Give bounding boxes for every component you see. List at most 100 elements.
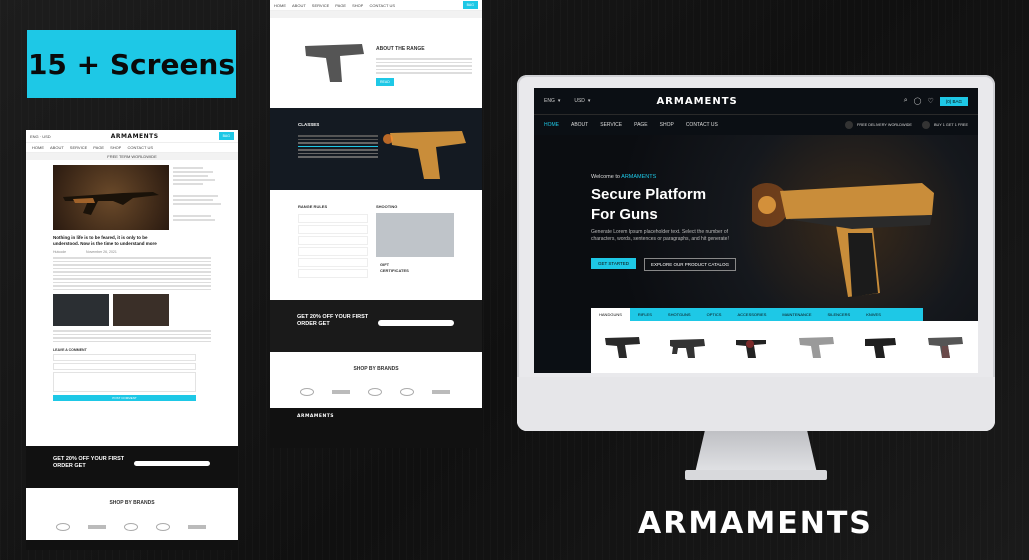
mock-comment-form: POST COMMENT [53, 354, 196, 401]
tab-accessories[interactable]: ACCESSORIES [729, 308, 774, 321]
product-silver-pistol-icon[interactable] [797, 334, 837, 360]
mock-author: Hutcode [53, 250, 67, 254]
mock2-newsletter: GET 20% OFF YOUR FIRST ORDER GET [270, 300, 482, 352]
mock-newsletter-input [134, 461, 210, 466]
search-icon[interactable]: ⌕ [904, 97, 908, 105]
range-page-mockup: HOME ABOUT SERVICE PAGE SHOP CONTACT US … [270, 0, 482, 448]
tab-optics[interactable]: OPTICS [699, 308, 730, 321]
mock-nav-item: PAGE [93, 145, 105, 150]
mock2-footer: ARMAMENTS [270, 408, 482, 448]
mock-nav-item: CONTACT US [127, 145, 154, 150]
mock-brand-logos [56, 523, 206, 531]
get-started-button[interactable]: GET STARTED [591, 258, 637, 269]
mock-newsletter: GET 20% OFF YOUR FIRST ORDER GET [26, 446, 238, 488]
hero-pistol-icon [752, 183, 934, 297]
nav-home[interactable]: HOME [544, 122, 559, 128]
mock-lang: ENG · USD [30, 133, 51, 139]
mock-header: ENG · USD ARMAMENTS BAG [26, 130, 238, 143]
mock-post-image [53, 165, 169, 230]
mock-newsletter-title: GET 20% OFF YOUR FIRST ORDER GET [53, 456, 125, 469]
mock2-brands-title: SHOP BY BRANDS [353, 366, 399, 372]
tab-rifles[interactable]: RIFLES [630, 308, 660, 321]
mock2-nav-item: CONTACT US [369, 2, 396, 8]
mock-post-body [53, 257, 211, 290]
mock-gallery [53, 294, 211, 326]
nav-page[interactable]: PAGE [634, 122, 648, 128]
product-strip [591, 321, 978, 373]
mock2-pistol-image [300, 38, 370, 86]
pistol-icon [305, 44, 364, 82]
tab-silencers[interactable]: SILENCERS [820, 308, 859, 321]
screens-badge: 15 + Screens [27, 30, 236, 98]
currency-select[interactable]: USD [574, 98, 585, 104]
mock2-range-rules: RANGE RULES [298, 204, 328, 209]
mock2-nav-item: PAGE [335, 2, 347, 8]
monitor-stand [695, 431, 817, 473]
product-compact-pistol-icon[interactable] [861, 334, 901, 360]
category-tabs: HANDGUNS RIFLES SHOTGUNS OPTICS ACCESSOR… [591, 308, 923, 321]
mock-logo: ARMAMENTS [110, 132, 159, 140]
product-two-tone-pistol-icon[interactable] [926, 334, 966, 360]
mock-nav-item: HOME [32, 145, 44, 150]
site-topbar: ENG ▾ USD ▾ ARMAMENTS ⌕ ◯ ♡ (0) BAG [534, 88, 978, 115]
mock2-classes: CLASSES [270, 108, 482, 190]
tab-maintenance[interactable]: MAINTENANCE [774, 308, 819, 321]
mock-gallery-image [53, 294, 109, 326]
mock2-nav-item: SHOP [352, 2, 364, 8]
mock2-nav: HOME ABOUT SERVICE PAGE SHOP CONTACT US … [270, 0, 482, 11]
product-handgun-icon[interactable] [603, 334, 643, 360]
mock-footer [26, 540, 238, 550]
mock-post-meta: Hutcode November 26, 2021 [53, 250, 211, 254]
site-logo[interactable]: ARMAMENTS [656, 96, 737, 107]
site-nav: HOME ABOUT SERVICE PAGE SHOP CONTACT US … [534, 115, 978, 136]
chevron-down-icon: ▾ [557, 98, 561, 104]
user-icon[interactable]: ◯ [914, 97, 922, 105]
mock-nav: HOME ABOUT SERVICE PAGE SHOP CONTACT US [26, 143, 238, 153]
blog-page-mockup: ENG · USD ARMAMENTS BAG HOME ABOUT SERVI… [26, 130, 238, 550]
product-revolver-icon[interactable] [732, 334, 772, 360]
tab-knives[interactable]: KNIVES [858, 308, 889, 321]
hero-headline-2: For Guns [591, 206, 658, 223]
hero-section: Welcome to ARMAMENTS Secure Platform For… [534, 135, 978, 330]
brand-wordmark: ARMAMENTS [638, 506, 873, 541]
mock2-newsletter-title: GET 20% OFF YOUR FIRST ORDER GET [297, 314, 369, 327]
nav-shop[interactable]: SHOP [660, 122, 674, 128]
nav-service[interactable]: SERVICE [600, 122, 622, 128]
chevron-down-icon: ▾ [587, 98, 591, 104]
mock-nav-item: SERVICE [69, 145, 88, 150]
tab-shotguns[interactable]: SHOTGUNS [660, 308, 699, 321]
truck-icon [845, 121, 854, 129]
mock2-shooting: SHOOTING [376, 204, 398, 209]
mock-nav-item: SHOP [110, 145, 122, 150]
gift-icon [921, 121, 930, 129]
welcome-text: Welcome to ARMAMENTS [591, 174, 657, 180]
site-screen: ENG ▾ USD ▾ ARMAMENTS ⌕ ◯ ♡ (0) BAG HOME… [534, 88, 978, 373]
mock-submit-button: POST COMMENT [53, 395, 196, 401]
mock2-classes-title: CLASSES [298, 122, 320, 127]
mock-date: November 26, 2021 [86, 250, 117, 254]
product-smg-icon[interactable] [668, 334, 708, 360]
mock2-cart-button: BAG [462, 1, 478, 9]
hero-lede: Generate Lorem Ipsum placeholder text. S… [591, 229, 729, 242]
mock2-brand-logos [300, 388, 450, 396]
heart-icon[interactable]: ♡ [927, 97, 933, 105]
monitor-base [685, 470, 827, 480]
nav-about[interactable]: ABOUT [571, 122, 588, 128]
buy-offer: BUY 1 GET 1 FREE [933, 123, 968, 127]
mock-gallery-image [113, 294, 169, 326]
mock2-about-text [376, 56, 472, 76]
cart-button[interactable]: (0) BAG [939, 96, 968, 106]
mock2-about-title: ABOUT THE RANGE [376, 46, 425, 52]
tab-handguns[interactable]: HANDGUNS [591, 308, 630, 321]
mock2-nav-item: ABOUT [292, 2, 306, 8]
mock-post-body-2 [53, 330, 211, 342]
mock2-footer-logo: ARMAMENTS [297, 414, 335, 419]
language-select[interactable]: ENG [544, 98, 555, 104]
mock2-shooting-image [376, 213, 454, 257]
mock2-nav-item: HOME [274, 2, 286, 8]
catalog-button[interactable]: EXPLORE OUR PRODUCT CATALOG [644, 258, 737, 271]
mock-sidebar [173, 165, 233, 223]
mock-promo-bar: FREE TERM WORLDWIDE [26, 153, 238, 160]
nav-contact[interactable]: CONTACT US [686, 122, 718, 128]
mock2-about-button: READ [376, 78, 394, 86]
